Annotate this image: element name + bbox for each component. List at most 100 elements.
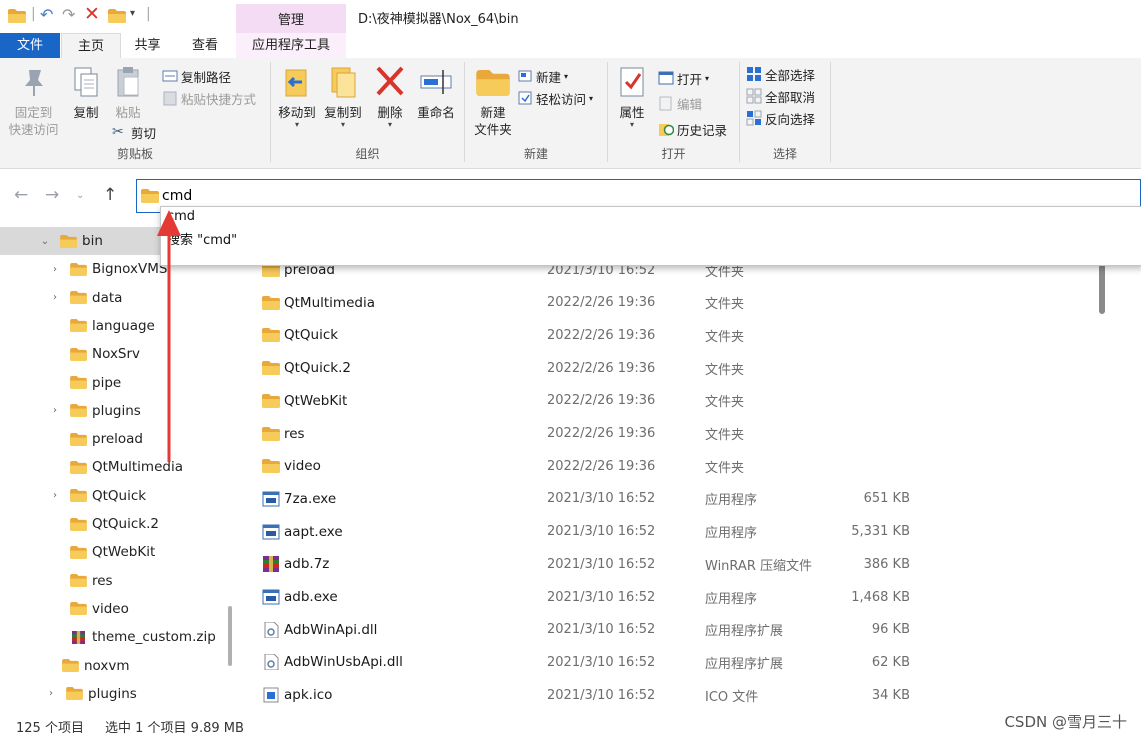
file-date: 2022/2/26 19:36 (547, 426, 656, 441)
copy-path-icon (162, 70, 178, 82)
redo-icon[interactable]: ↷ (62, 5, 75, 24)
properties-button[interactable]: 属性 ▾ (612, 64, 652, 129)
file-row[interactable]: AdbWinApi.dll 2021/3/10 16:52 应用程序扩展 96 KB (240, 614, 1100, 646)
customize-qa-dropdown-icon[interactable]: ▾ (130, 8, 135, 19)
chevron-right-icon[interactable]: › (50, 405, 60, 416)
up-arrow-icon[interactable]: ↑ (103, 185, 117, 205)
tree-item[interactable]: QtWebKit (0, 538, 236, 566)
address-suggestions: cmd 搜索 "cmd" (160, 206, 1141, 266)
new-folder-label-2: 文件夹 (474, 122, 512, 137)
copy-path-button[interactable]: 复制路径 (162, 66, 231, 86)
new-item-label: 新建 (536, 69, 562, 85)
paste-button[interactable]: 粘贴 (108, 64, 148, 121)
paste-label: 粘贴 (115, 105, 141, 120)
delete-button[interactable]: 删除 ▾ (372, 64, 408, 129)
dll-file-icon (262, 622, 280, 638)
scrollbar-thumb[interactable] (1099, 264, 1105, 314)
paste-shortcut-label: 粘贴快捷方式 (181, 91, 257, 107)
new-folder-qa-icon[interactable] (108, 9, 126, 23)
file-row[interactable]: 7za.exe 2021/3/10 16:52 应用程序 651 KB (240, 483, 1100, 515)
tab-home[interactable]: 主页 (61, 33, 121, 59)
copy-to-button[interactable]: 复制到 ▾ (321, 64, 365, 129)
tree-item[interactable]: noxvm (0, 652, 236, 680)
file-row[interactable]: adb.exe 2021/3/10 16:52 应用程序 1,468 KB (240, 581, 1100, 613)
new-folder-button[interactable]: 新建 文件夹 (469, 64, 517, 138)
chevron-right-icon[interactable]: › (46, 688, 56, 699)
tree-item[interactable]: NoxSrv (0, 340, 236, 368)
tree-item[interactable]: pipe (0, 369, 236, 397)
file-type: 文件夹 (705, 460, 745, 476)
tree-item[interactable]: res (0, 567, 236, 595)
tree-item[interactable]: theme_custom.zip (0, 623, 236, 651)
forward-arrow-icon[interactable]: → (45, 185, 59, 205)
cut-button[interactable]: ✂ 剪切 (112, 122, 156, 142)
tree-item[interactable]: QtQuick.2 (0, 510, 236, 538)
nav-scrollbar[interactable] (228, 606, 232, 666)
open-dropdown-icon: ▾ (705, 73, 710, 83)
pin-label-1: 固定到 (14, 105, 53, 120)
select-none-button[interactable]: 全部取消 (746, 86, 815, 106)
file-row[interactable]: QtQuick.2 2022/2/26 19:36 文件夹 (240, 352, 1100, 384)
file-name: apk.ico (284, 687, 333, 704)
easy-access-button[interactable]: 轻松访问 ▾ (517, 88, 593, 108)
new-folder-icon (476, 70, 510, 96)
properties-icon (620, 67, 644, 97)
tab-share[interactable]: 共享 (120, 33, 175, 58)
copy-to-dropdown-icon: ▾ (340, 120, 345, 129)
file-row[interactable]: apk.ico 2021/3/10 16:52 ICO 文件 34 KB (240, 679, 1100, 711)
address-input[interactable] (162, 186, 1062, 206)
file-row[interactable]: aapt.exe 2021/3/10 16:52 应用程序 5,331 KB (240, 516, 1100, 548)
tree-item[interactable]: › plugins (0, 397, 236, 425)
tree-item[interactable]: › data (0, 284, 236, 312)
rename-label: 重命名 (417, 105, 455, 120)
select-group: 全部选择 全部取消 反向选择 选择 (740, 58, 830, 166)
file-name: QtWebKit (284, 392, 348, 409)
rename-button[interactable]: 重命名 (413, 64, 459, 121)
copy-path-label: 复制路径 (181, 69, 232, 85)
file-row[interactable]: adb.7z 2021/3/10 16:52 WinRAR 压缩文件 386 KB (240, 548, 1100, 580)
file-row[interactable]: QtWebKit 2022/2/26 19:36 文件夹 (240, 385, 1100, 417)
file-type: 文件夹 (705, 362, 745, 378)
file-row[interactable]: QtQuick 2022/2/26 19:36 文件夹 (240, 319, 1100, 351)
tab-application-tools[interactable]: 应用程序工具 (236, 33, 346, 58)
tree-item-label: language (92, 317, 155, 334)
tree-item[interactable]: video (0, 595, 236, 623)
move-to-button[interactable]: 移动到 ▾ (275, 64, 319, 129)
file-row[interactable]: res 2022/2/26 19:36 文件夹 (240, 418, 1100, 450)
history-button[interactable]: 历史记录 (658, 119, 727, 139)
invert-selection-button[interactable]: 反向选择 (746, 108, 815, 128)
tree-item[interactable]: language (0, 312, 236, 340)
undo-icon[interactable]: ↶ (40, 5, 53, 24)
folder-icon (70, 546, 87, 559)
file-row[interactable]: AdbWinUsbApi.dll 2021/3/10 16:52 应用程序扩展 62 … (240, 646, 1100, 678)
recent-locations-chevron-icon[interactable]: ⌄ (76, 190, 84, 201)
paste-shortcut-icon (163, 91, 177, 106)
edit-button[interactable]: 编辑 (658, 93, 702, 113)
move-to-label: 移动到 (278, 105, 316, 120)
tab-file[interactable]: 文件 (0, 33, 60, 58)
delete-qa-icon[interactable]: ✕ (84, 3, 100, 25)
chevron-down-icon[interactable]: ⌄ (40, 236, 50, 247)
tree-item[interactable]: › QtQuick (0, 482, 236, 510)
chevron-right-icon[interactable]: › (50, 292, 60, 303)
new-item-button[interactable]: 新建 ▾ (517, 66, 568, 86)
select-all-button[interactable]: 全部选择 (746, 64, 815, 84)
tab-view[interactable]: 查看 (176, 33, 234, 58)
pin-quick-access-button[interactable]: 固定到 快速访问 (6, 64, 61, 138)
folder-icon (8, 9, 26, 23)
back-arrow-icon[interactable]: ← (14, 185, 28, 205)
chevron-right-icon[interactable]: › (50, 490, 60, 501)
chevron-right-icon[interactable]: › (50, 264, 60, 275)
file-list-scrollbar[interactable] (1094, 264, 1110, 711)
tree-item[interactable]: QtMultimedia (0, 453, 236, 481)
open-label: 打开 (677, 71, 703, 87)
paste-shortcut-button[interactable]: 粘贴快捷方式 (162, 88, 256, 108)
open-button[interactable]: 打开 ▾ (658, 68, 709, 88)
file-row[interactable]: video 2022/2/26 19:36 文件夹 (240, 450, 1100, 482)
tree-item[interactable]: › plugins (0, 680, 236, 708)
copy-button[interactable]: 复制 (66, 64, 106, 121)
file-row[interactable]: QtMultimedia 2022/2/26 19:36 文件夹 (240, 287, 1100, 319)
tree-item[interactable]: preload (0, 425, 236, 453)
history-icon (659, 124, 674, 136)
title-bar: | ↶ ↷ ✕ ▾ | 管理 D:\夜神模拟器\Nox_64\bin (0, 0, 1141, 33)
